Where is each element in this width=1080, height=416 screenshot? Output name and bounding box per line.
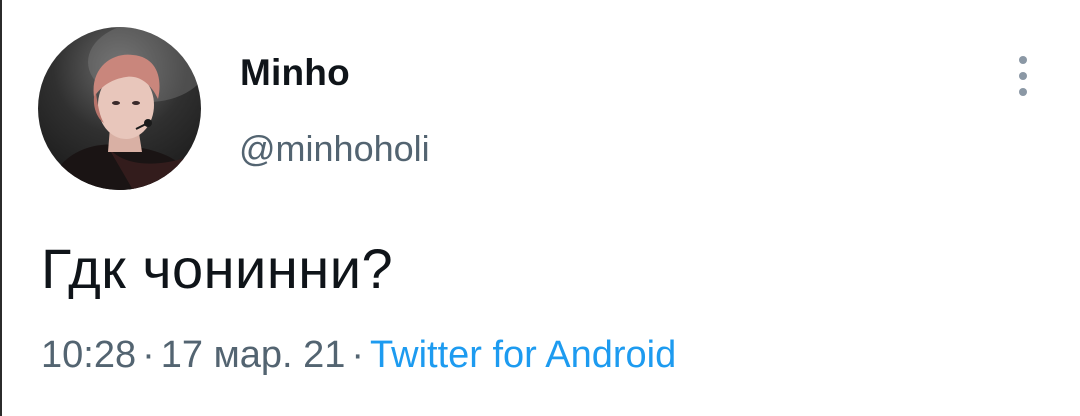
user-handle[interactable]: @minhoholi [239,128,430,170]
tweet-date[interactable]: 17 мар. 21 [161,334,346,376]
meta-separator: · [351,334,365,376]
more-vertical-icon [1019,56,1027,96]
avatar-image [48,27,201,190]
avatar[interactable] [38,27,201,190]
tweet-source-link[interactable]: Twitter for Android [370,334,676,376]
tweet-meta: 10:28 · 17 мар. 21 · Twitter for Android [41,334,676,377]
meta-separator: · [142,334,155,376]
tweet-time[interactable]: 10:28 [41,334,136,376]
more-options-button[interactable] [1010,52,1036,100]
display-name[interactable]: Minho [240,52,350,94]
tweet-card: Minho @minhoholi Гдк чонинни? 10:28 · 17 м… [0,0,1080,416]
tweet-text: Гдк чонинни? [41,237,394,300]
